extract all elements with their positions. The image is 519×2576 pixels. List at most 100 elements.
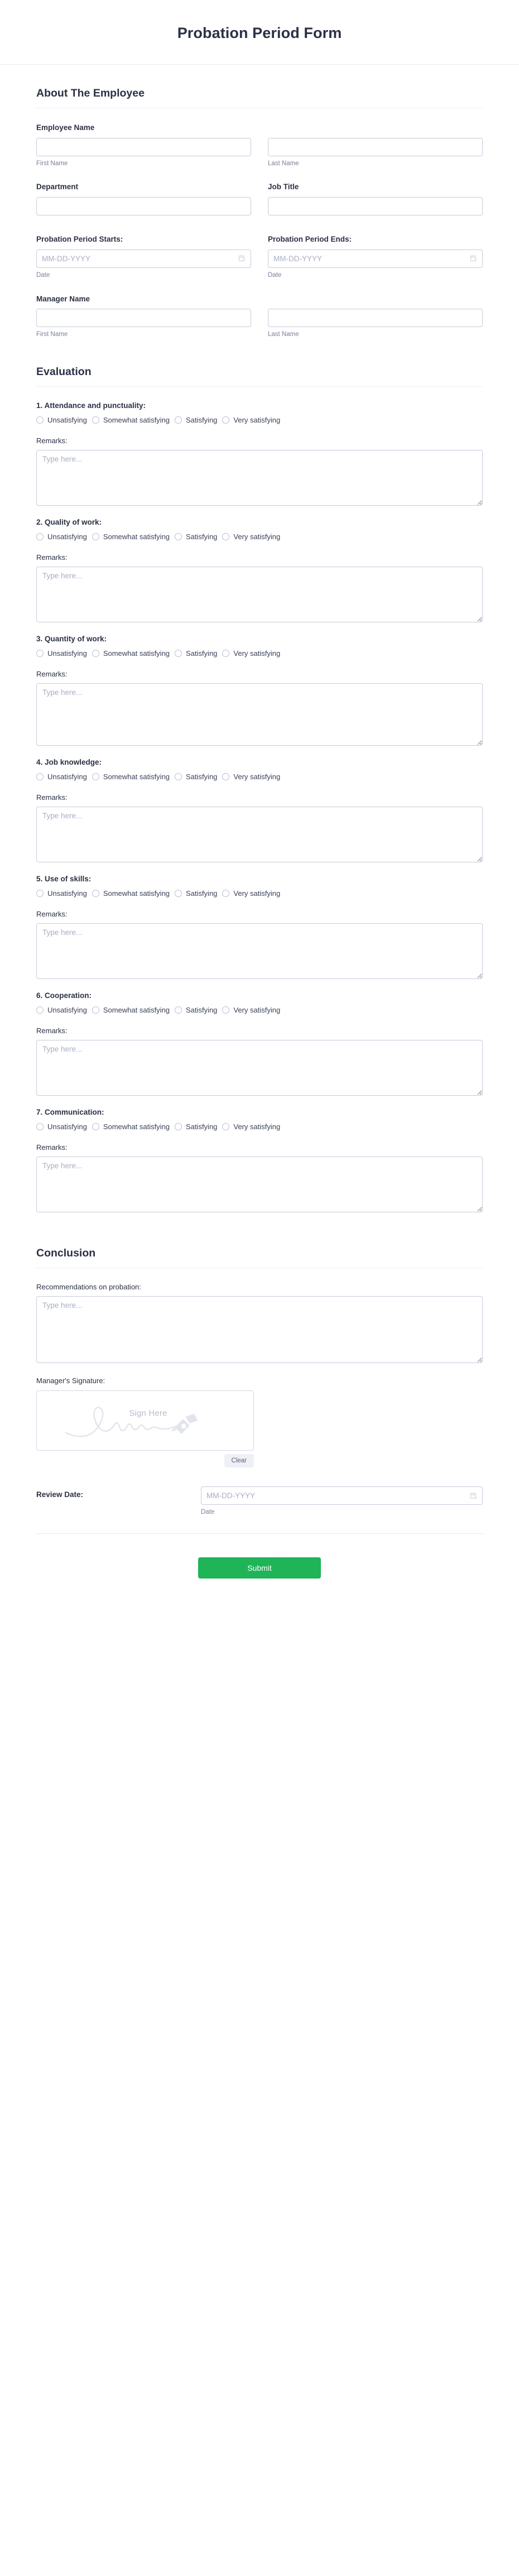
- radio-option-label: Very satisfying: [233, 1122, 281, 1131]
- radio-circle-icon[interactable]: [36, 1006, 44, 1014]
- radio-circle-icon[interactable]: [175, 1006, 182, 1014]
- radio-circle-icon[interactable]: [222, 416, 230, 424]
- employee-name-label: Employee Name: [36, 123, 95, 132]
- recommendations-label: Recommendations on probation:: [36, 1283, 141, 1291]
- radio-option[interactable]: Very satisfying: [222, 889, 280, 898]
- radio-option[interactable]: Somewhat satisfying: [92, 889, 170, 898]
- radio-option[interactable]: Somewhat satisfying: [92, 1122, 170, 1131]
- radio-circle-icon[interactable]: [222, 533, 230, 540]
- radio-circle-icon[interactable]: [175, 890, 182, 897]
- probation-start-sublabel: Date: [36, 271, 50, 279]
- radio-option[interactable]: Somewhat satisfying: [92, 773, 170, 781]
- remarks-textarea[interactable]: [36, 807, 483, 862]
- remarks-textarea[interactable]: [36, 923, 483, 979]
- radio-circle-icon[interactable]: [36, 890, 44, 897]
- radio-circle-icon[interactable]: [92, 416, 99, 424]
- radio-circle-icon[interactable]: [222, 1006, 230, 1014]
- clear-signature-button[interactable]: Clear: [224, 1454, 254, 1467]
- radio-option[interactable]: Satisfying: [175, 773, 217, 781]
- radio-circle-icon[interactable]: [36, 1123, 44, 1130]
- remarks-textarea[interactable]: [36, 1157, 483, 1212]
- remarks-textarea[interactable]: [36, 567, 483, 622]
- radio-option[interactable]: Somewhat satisfying: [92, 649, 170, 658]
- evaluation-question: 1. Attendance and punctuality: Unsatisfyi…: [36, 401, 483, 506]
- remarks-textarea[interactable]: [36, 683, 483, 746]
- radio-option[interactable]: Somewhat satisfying: [92, 533, 170, 541]
- radio-circle-icon[interactable]: [36, 416, 44, 424]
- radio-option[interactable]: Unsatisfying: [36, 773, 87, 781]
- radio-option-label: Satisfying: [186, 1006, 218, 1014]
- radio-circle-icon[interactable]: [222, 650, 230, 657]
- radio-circle-icon[interactable]: [222, 890, 230, 897]
- probation-end-sublabel: Date: [268, 271, 282, 279]
- question-title: 6. Cooperation:: [36, 991, 92, 1000]
- radio-option[interactable]: Unsatisfying: [36, 533, 87, 541]
- radio-circle-icon[interactable]: [92, 1006, 99, 1014]
- radio-circle-icon[interactable]: [92, 1123, 99, 1130]
- signature-pad[interactable]: Sign Here: [36, 1390, 254, 1451]
- employee-last-name-input[interactable]: [268, 137, 483, 156]
- rating-scale: Unsatisfying Somewhat satisfying Satisfyin…: [36, 649, 483, 658]
- manager-first-name-input[interactable]: [36, 309, 251, 328]
- probation-start-date-input[interactable]: [36, 249, 251, 268]
- manager-first-name-col: First Name: [36, 309, 251, 339]
- radio-option[interactable]: Unsatisfying: [36, 1122, 87, 1131]
- radio-circle-icon[interactable]: [175, 773, 182, 780]
- radio-circle-icon[interactable]: [36, 533, 44, 540]
- department-label: Department: [36, 183, 79, 191]
- radio-circle-icon[interactable]: [36, 773, 44, 780]
- review-date-label: Review Date:: [36, 1490, 84, 1499]
- radio-option-label: Satisfying: [186, 533, 218, 541]
- radio-option[interactable]: Somewhat satisfying: [92, 416, 170, 424]
- radio-option-label: Satisfying: [186, 889, 218, 898]
- manager-name-label: Manager Name: [36, 294, 90, 303]
- radio-option[interactable]: Very satisfying: [222, 533, 280, 541]
- radio-option[interactable]: Very satisfying: [222, 416, 280, 424]
- employee-first-name-input[interactable]: [36, 137, 251, 156]
- radio-option[interactable]: Very satisfying: [222, 1122, 280, 1131]
- radio-option[interactable]: Somewhat satisfying: [92, 1006, 170, 1014]
- form-footer: Submit: [0, 1534, 519, 1605]
- radio-circle-icon[interactable]: [175, 650, 182, 657]
- radio-circle-icon[interactable]: [92, 650, 99, 657]
- radio-option[interactable]: Satisfying: [175, 1006, 217, 1014]
- radio-circle-icon[interactable]: [175, 416, 182, 424]
- manager-last-name-input[interactable]: [268, 309, 483, 328]
- radio-circle-icon[interactable]: [92, 773, 99, 780]
- evaluation-question: 2. Quality of work: Unsatisfying Somewhat …: [36, 518, 483, 622]
- radio-circle-icon[interactable]: [175, 1123, 182, 1130]
- remarks-textarea[interactable]: [36, 1040, 483, 1096]
- radio-circle-icon[interactable]: [92, 890, 99, 897]
- radio-option[interactable]: Very satisfying: [222, 649, 280, 658]
- submit-button[interactable]: Submit: [198, 1557, 321, 1579]
- radio-circle-icon[interactable]: [175, 533, 182, 540]
- remarks-textarea[interactable]: [36, 450, 483, 506]
- radio-option[interactable]: Satisfying: [175, 1122, 217, 1131]
- probation-end-date-input[interactable]: [268, 249, 483, 268]
- radio-option[interactable]: Satisfying: [175, 889, 217, 898]
- department-input[interactable]: [36, 197, 251, 216]
- radio-circle-icon[interactable]: [92, 533, 99, 540]
- recommendations-textarea[interactable]: [36, 1296, 483, 1363]
- radio-option[interactable]: Very satisfying: [222, 1006, 280, 1014]
- radio-option[interactable]: Satisfying: [175, 649, 217, 658]
- radio-option-label: Unsatisfying: [47, 889, 87, 898]
- section-heading-evaluation: Evaluation: [36, 366, 92, 378]
- evaluation-questions: 1. Attendance and punctuality: Unsatisfyi…: [36, 401, 483, 1212]
- probation-end-col: Probation Period Ends: MM-DD-YYYY Date: [268, 234, 483, 279]
- radio-circle-icon[interactable]: [222, 1123, 230, 1130]
- radio-option[interactable]: Satisfying: [175, 416, 217, 424]
- radio-option[interactable]: Satisfying: [175, 533, 217, 541]
- form-header: Probation Period Form: [0, 0, 519, 65]
- review-date-input[interactable]: [201, 1486, 483, 1505]
- radio-circle-icon[interactable]: [222, 773, 230, 780]
- radio-option[interactable]: Unsatisfying: [36, 1006, 87, 1014]
- radio-option[interactable]: Unsatisfying: [36, 649, 87, 658]
- radio-option[interactable]: Unsatisfying: [36, 416, 87, 424]
- radio-option[interactable]: Very satisfying: [222, 773, 280, 781]
- radio-circle-icon[interactable]: [36, 650, 44, 657]
- form-body: About The Employee Employee Name First N…: [0, 65, 519, 1534]
- radio-option[interactable]: Unsatisfying: [36, 889, 87, 898]
- job-title-input[interactable]: [268, 197, 483, 216]
